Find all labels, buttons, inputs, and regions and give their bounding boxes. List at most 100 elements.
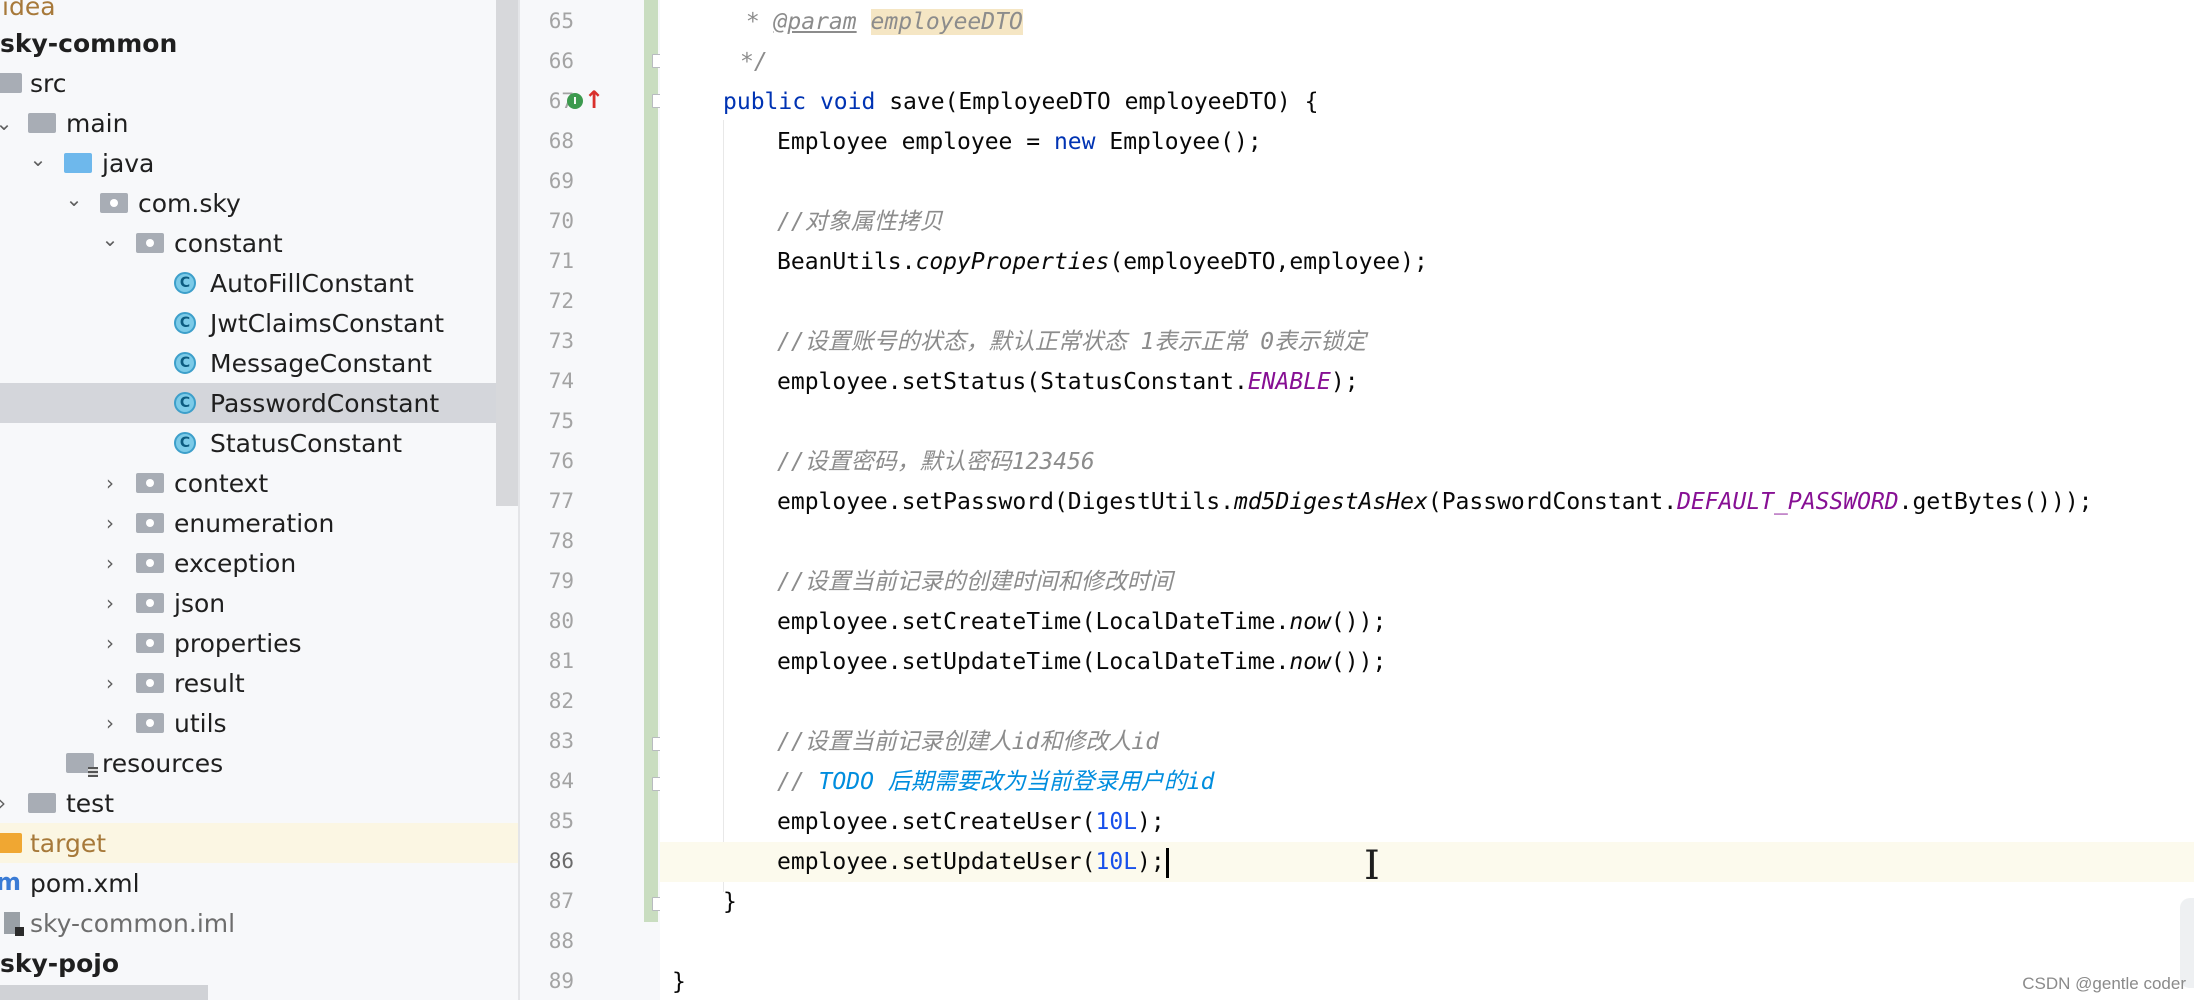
line-number: 70 bbox=[548, 209, 574, 233]
line-number: 68 bbox=[548, 129, 574, 153]
line-number: 75 bbox=[548, 409, 574, 433]
code-line-76[interactable]: //设置密码，默认密码123456 bbox=[777, 442, 2194, 482]
line-number: 65 bbox=[548, 9, 574, 33]
line-number: 78 bbox=[548, 529, 574, 553]
line-number: 81 bbox=[548, 649, 574, 673]
chevron-down-icon[interactable]: ⌄ bbox=[0, 111, 14, 135]
code-editor[interactable]: * @param employeeDTO */ public void save… bbox=[660, 0, 2194, 1000]
java-class-icon: C bbox=[174, 352, 196, 374]
tree-item-result[interactable]: › result bbox=[0, 663, 518, 703]
watermark: CSDN @gentle coder bbox=[2022, 974, 2186, 993]
folder-icon bbox=[0, 73, 22, 93]
module-file-icon bbox=[4, 912, 24, 936]
code-line-70[interactable]: //对象属性拷贝 bbox=[777, 202, 2194, 242]
line-number: 77 bbox=[548, 489, 574, 513]
chevron-right-icon[interactable]: › bbox=[100, 551, 120, 575]
tree-item-sky-pojo[interactable]: sky-pojo bbox=[0, 943, 518, 983]
line-number: 66 bbox=[548, 49, 574, 73]
chevron-right-icon[interactable]: › bbox=[100, 631, 120, 655]
code-line-79[interactable]: //设置当前记录的创建时间和修改时间 bbox=[777, 562, 2194, 602]
source-folder-icon bbox=[64, 153, 92, 173]
folder-icon bbox=[28, 793, 56, 813]
tree-item-java[interactable]: ⌄ java bbox=[0, 143, 518, 183]
tree-horizontal-scrollbar[interactable] bbox=[0, 985, 208, 1000]
chevron-right-icon[interactable]: › bbox=[100, 711, 120, 735]
package-icon bbox=[136, 553, 164, 573]
code-line-89[interactable]: } bbox=[672, 962, 2194, 1002]
code-line-73[interactable]: //设置账号的状态，默认正常状态 1表示正常 0表示锁定 bbox=[777, 322, 2194, 362]
code-line-77[interactable]: employee.setPassword(DigestUtils.md5Dige… bbox=[777, 482, 2194, 522]
editor-gutter: 65 66 67 68 69 70 71 72 73 74 75 76 77 7… bbox=[520, 0, 660, 1000]
code-line-71[interactable]: BeanUtils.copyProperties(employeeDTO,emp… bbox=[777, 242, 2194, 282]
code-line-81[interactable]: employee.setUpdateTime(LocalDateTime.now… bbox=[777, 642, 2194, 682]
java-class-icon: C bbox=[174, 392, 196, 414]
line-number: 87 bbox=[548, 889, 574, 913]
code-line-67[interactable]: public void save(EmployeeDTO employeeDTO… bbox=[723, 82, 2194, 122]
tree-item-properties[interactable]: › properties bbox=[0, 623, 518, 663]
implements-method-icon[interactable]: I bbox=[567, 93, 583, 109]
package-icon bbox=[100, 193, 128, 213]
tree-item-autofillconstant[interactable]: C AutoFillConstant bbox=[0, 263, 518, 303]
line-number: 82 bbox=[548, 689, 574, 713]
tree-item-pom-xml[interactable]: m pom.xml bbox=[0, 863, 518, 903]
tree-item-target[interactable]: target bbox=[0, 823, 518, 863]
code-line-80[interactable]: employee.setCreateTime(LocalDateTime.now… bbox=[777, 602, 2194, 642]
package-icon bbox=[136, 513, 164, 533]
line-number: 79 bbox=[548, 569, 574, 593]
java-class-icon: C bbox=[174, 312, 196, 334]
line-number: 83 bbox=[548, 729, 574, 753]
tree-item-passwordconstant[interactable]: C PasswordConstant bbox=[0, 383, 518, 423]
tree-item-jwtclaimsconstant[interactable]: C JwtClaimsConstant bbox=[0, 303, 518, 343]
tree-item-enumeration[interactable]: › enumeration bbox=[0, 503, 518, 543]
package-icon bbox=[136, 673, 164, 693]
tree-item-sky-common-iml[interactable]: sky-common.iml bbox=[0, 903, 518, 943]
line-number: 89 bbox=[548, 969, 574, 993]
chevron-down-icon[interactable]: ⌄ bbox=[28, 147, 48, 171]
code-line-84[interactable]: // TODO 后期需要改为当前登录用户的id bbox=[777, 762, 2194, 802]
line-number: 76 bbox=[548, 449, 574, 473]
code-line-65[interactable]: * @param employeeDTO bbox=[732, 2, 2194, 42]
chevron-right-icon[interactable]: › bbox=[100, 511, 120, 535]
tree-item-statusconstant[interactable]: C StatusConstant bbox=[0, 423, 518, 463]
indent-guide bbox=[723, 120, 724, 892]
code-line-66[interactable]: */ bbox=[740, 42, 2194, 82]
tree-item-sky-common[interactable]: sky-common bbox=[0, 23, 518, 63]
package-icon bbox=[136, 713, 164, 733]
mouse-ibeam-cursor-icon: I bbox=[1364, 843, 1380, 889]
chevron-right-icon[interactable]: › bbox=[100, 671, 120, 695]
code-line-86[interactable]: employee.setUpdateUser(10L); bbox=[660, 842, 2194, 882]
tree-item-constant[interactable]: ⌄ constant bbox=[0, 223, 518, 263]
tree-item-com-sky[interactable]: ⌄ com.sky bbox=[0, 183, 518, 223]
tree-item-messageconstant[interactable]: C MessageConstant bbox=[0, 343, 518, 383]
tree-item-exception[interactable]: › exception bbox=[0, 543, 518, 583]
up-arrow-icon[interactable]: ↑ bbox=[584, 86, 604, 114]
chevron-down-icon[interactable]: ⌄ bbox=[100, 227, 120, 251]
text-caret bbox=[1165, 847, 1169, 878]
chevron-right-icon[interactable]: › bbox=[100, 471, 120, 495]
tree-item-test[interactable]: › test bbox=[0, 783, 518, 823]
line-number: 84 bbox=[548, 769, 574, 793]
tree-item-json[interactable]: › json bbox=[0, 583, 518, 623]
tree-item-main[interactable]: ⌄ main bbox=[0, 103, 518, 143]
project-tree-panel: idea sky-common src ⌄ main ⌄ java ⌄ com.… bbox=[0, 0, 518, 1000]
chevron-right-icon[interactable]: › bbox=[0, 791, 12, 815]
tree-scrollbar[interactable] bbox=[496, 0, 518, 506]
maven-icon: m bbox=[0, 868, 22, 896]
chevron-right-icon[interactable]: › bbox=[100, 591, 120, 615]
resources-folder-icon bbox=[66, 753, 98, 777]
code-line-74[interactable]: employee.setStatus(StatusConstant.ENABLE… bbox=[777, 362, 2194, 402]
package-icon bbox=[136, 593, 164, 613]
tree-item-resources[interactable]: resources bbox=[0, 743, 518, 783]
chevron-down-icon[interactable]: ⌄ bbox=[64, 187, 84, 211]
package-icon bbox=[136, 473, 164, 493]
code-line-68[interactable]: Employee employee = new Employee(); bbox=[777, 122, 2194, 162]
tree-item-utils[interactable]: › utils bbox=[0, 703, 518, 743]
java-class-icon: C bbox=[174, 432, 196, 454]
line-number: 85 bbox=[548, 809, 574, 833]
code-line-87[interactable]: } bbox=[723, 882, 2194, 922]
tree-item-context[interactable]: › context bbox=[0, 463, 518, 503]
tree-item-src[interactable]: src bbox=[0, 63, 518, 103]
code-line-85[interactable]: employee.setCreateUser(10L); bbox=[777, 802, 2194, 842]
package-icon bbox=[136, 233, 164, 253]
code-line-83[interactable]: //设置当前记录创建人id和修改人id bbox=[777, 722, 2194, 762]
